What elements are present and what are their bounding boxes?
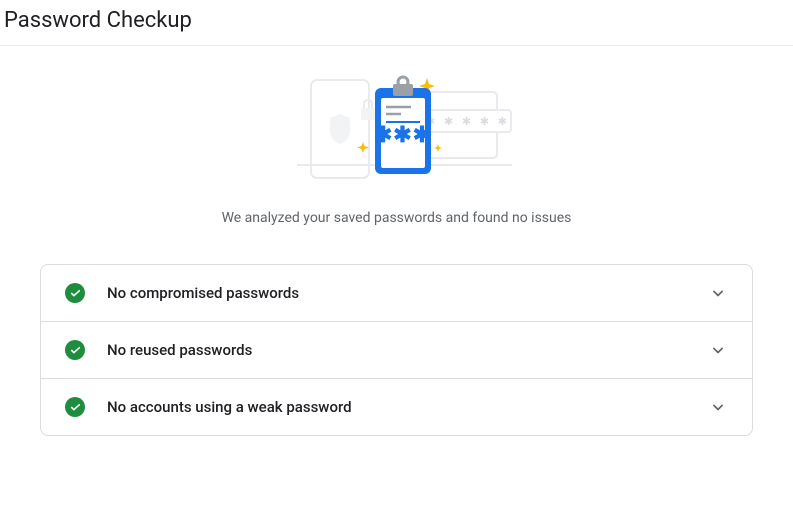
page-header: Password Checkup: [0, 0, 793, 46]
svg-text:✱ ✱ ✱ ✱ ✱: ✱ ✱ ✱ ✱ ✱: [426, 115, 510, 128]
chevron-down-icon: [708, 340, 728, 360]
result-reused-passwords[interactable]: No reused passwords: [41, 322, 752, 379]
result-label: No accounts using a weak password: [107, 398, 708, 416]
check-circle-icon: [65, 397, 85, 417]
page-title: Password Checkup: [4, 8, 793, 33]
result-compromised-passwords[interactable]: No compromised passwords: [41, 265, 752, 322]
main-content: ✱ ✱ ✱ ✱ ✱ ✱✱✱ We analyzed your saved pas…: [0, 70, 793, 436]
password-checkup-illustration-icon: ✱ ✱ ✱ ✱ ✱ ✱✱✱: [267, 70, 527, 190]
summary-text: We analyzed your saved passwords and fou…: [197, 208, 597, 228]
check-circle-icon: [65, 340, 85, 360]
header-illustration: ✱ ✱ ✱ ✱ ✱ ✱✱✱: [40, 70, 753, 190]
result-label: No compromised passwords: [107, 284, 708, 302]
check-circle-icon: [65, 283, 85, 303]
result-label: No reused passwords: [107, 341, 708, 359]
result-weak-passwords[interactable]: No accounts using a weak password: [41, 379, 752, 435]
chevron-down-icon: [708, 397, 728, 417]
svg-text:✱✱✱: ✱✱✱: [373, 123, 431, 148]
chevron-down-icon: [708, 283, 728, 303]
results-list: No compromised passwords No reused passw…: [40, 264, 753, 436]
